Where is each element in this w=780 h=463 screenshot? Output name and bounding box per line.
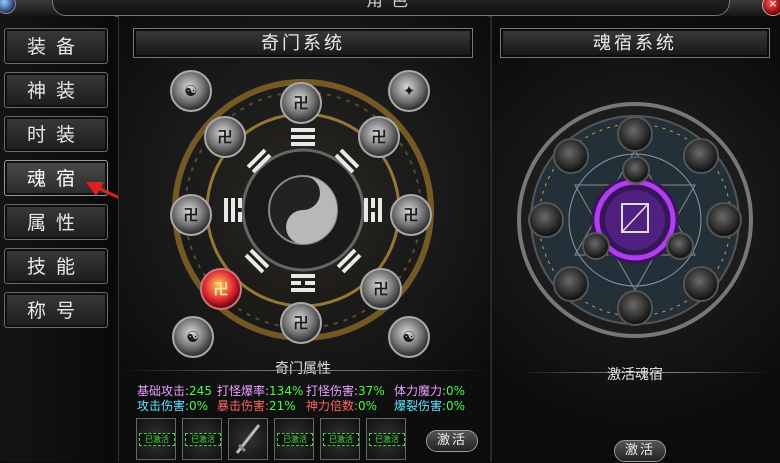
hunsu-status-label: 激活魂宿 xyxy=(607,367,663,383)
rune-orb-icon[interactable]: ☯ xyxy=(388,316,430,358)
tab-skills[interactable]: 技能 xyxy=(4,248,108,284)
attr-crit-damage: 暴击伤害:21% xyxy=(217,399,296,413)
rune-orb-icon[interactable]: 卍 xyxy=(280,82,322,124)
soul-orb-icon[interactable] xyxy=(553,138,589,174)
tab-titles[interactable]: 称号 xyxy=(4,292,108,328)
qimen-slot[interactable]: 已激活 xyxy=(182,418,222,460)
hunsu-activate-button[interactable]: 激活 xyxy=(614,440,666,462)
qimen-attr-title: 奇门属性 xyxy=(275,361,331,377)
hunsu-title: 魂宿系统 xyxy=(500,28,770,58)
rune-orb-icon[interactable]: ✦ xyxy=(388,70,430,112)
qimen-slot[interactable]: 已激活 xyxy=(274,418,314,460)
soul-orb-icon[interactable] xyxy=(683,138,719,174)
soul-orb-icon[interactable] xyxy=(666,232,694,260)
tab-equipment[interactable]: 装备 xyxy=(4,28,108,64)
rune-orb-icon[interactable]: 卍 xyxy=(204,116,246,158)
attr-attack-damage: 攻击伤害:0% xyxy=(137,399,209,413)
attr-burst-damage: 爆裂伤害:0% xyxy=(394,399,466,413)
qimen-slot[interactable]: 已激活 xyxy=(366,418,406,460)
qimen-slot[interactable]: 已激活 xyxy=(136,418,176,460)
rune-orb-icon[interactable]: ☯ xyxy=(170,70,212,112)
qimen-slot[interactable]: 已激活 xyxy=(320,418,360,460)
rune-orb-icon[interactable]: 卍 xyxy=(390,194,432,236)
soul-orb-icon[interactable] xyxy=(528,202,564,238)
rune-orb-icon[interactable]: 卍 xyxy=(280,302,322,344)
tab-divine-gear[interactable]: 神装 xyxy=(4,72,108,108)
sword-icon xyxy=(235,424,261,454)
qimen-title: 奇门系统 xyxy=(133,28,473,58)
soul-orb-icon[interactable] xyxy=(622,156,650,184)
divider xyxy=(120,370,486,371)
soul-orb-icon[interactable] xyxy=(706,202,742,238)
qimen-activate-button[interactable]: 激活 xyxy=(426,430,478,452)
soul-orb-icon[interactable] xyxy=(617,116,653,152)
attr-divine-multiplier: 神力倍数:0% xyxy=(306,399,378,413)
rune-orb-icon[interactable]: 卍 xyxy=(358,116,400,158)
rune-orb-active-icon[interactable]: 卍 xyxy=(200,268,242,310)
soul-orb-icon[interactable] xyxy=(683,266,719,302)
rune-orb-icon[interactable]: ☯ xyxy=(172,316,214,358)
rune-orb-icon[interactable]: 卍 xyxy=(360,268,402,310)
soul-orb-icon[interactable] xyxy=(617,290,653,326)
rune-orb-icon[interactable]: 卍 xyxy=(170,194,212,236)
tab-fashion[interactable]: 时装 xyxy=(4,116,108,152)
qimen-slot-sword[interactable] xyxy=(228,418,268,460)
window-title: 角色 xyxy=(52,0,730,16)
soul-orb-icon[interactable] xyxy=(582,232,610,260)
soul-orb-icon[interactable] xyxy=(553,266,589,302)
